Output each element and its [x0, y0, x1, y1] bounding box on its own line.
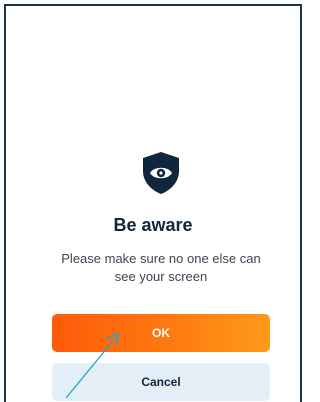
ok-button[interactable]: OK: [52, 314, 270, 352]
cancel-button-label: Cancel: [141, 375, 181, 389]
shield-eye-icon: [143, 152, 179, 194]
cancel-button[interactable]: Cancel: [52, 363, 270, 401]
dialog-message: Please make sure no one else can see you…: [61, 251, 261, 284]
ok-button-label: OK: [152, 326, 170, 340]
dialog-title: Be aware: [113, 215, 193, 235]
